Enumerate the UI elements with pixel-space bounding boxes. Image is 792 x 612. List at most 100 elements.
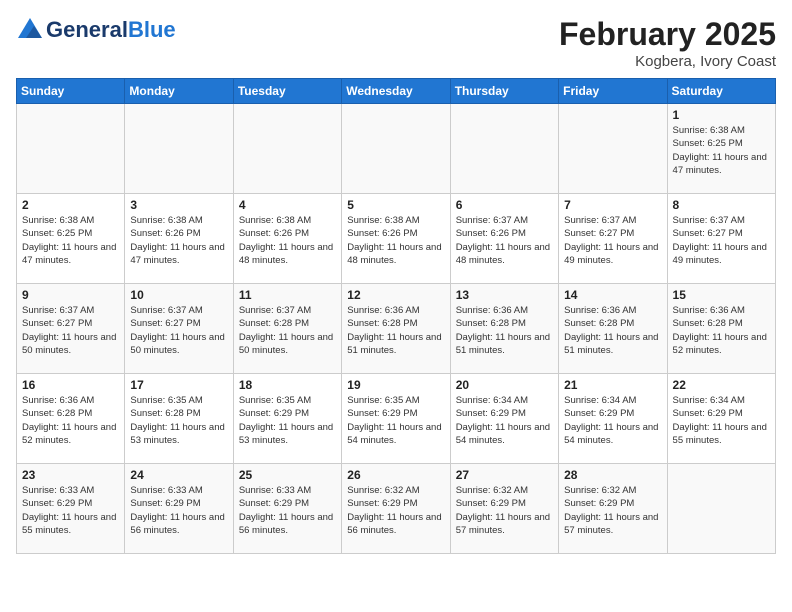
day-number: 10 (130, 288, 227, 302)
day-number: 3 (130, 198, 227, 212)
weekday-thursday: Thursday (450, 79, 558, 104)
calendar-cell: 10 Sunrise: 6:37 AM Sunset: 6:27 PM Dayli… (125, 284, 233, 374)
calendar-cell: 28 Sunrise: 6:32 AM Sunset: 6:29 PM Dayli… (559, 464, 667, 554)
day-info: Sunrise: 6:35 AM Sunset: 6:28 PM Dayligh… (130, 394, 227, 447)
calendar-cell: 27 Sunrise: 6:32 AM Sunset: 6:29 PM Dayli… (450, 464, 558, 554)
weekday-wednesday: Wednesday (342, 79, 450, 104)
day-number: 2 (22, 198, 119, 212)
day-info: Sunrise: 6:33 AM Sunset: 6:29 PM Dayligh… (130, 484, 227, 537)
day-info: Sunrise: 6:36 AM Sunset: 6:28 PM Dayligh… (564, 304, 661, 357)
day-number: 8 (673, 198, 770, 212)
day-info: Sunrise: 6:36 AM Sunset: 6:28 PM Dayligh… (673, 304, 770, 357)
calendar-cell (233, 104, 341, 194)
calendar-cell: 23 Sunrise: 6:33 AM Sunset: 6:29 PM Dayli… (17, 464, 125, 554)
calendar-cell (667, 464, 775, 554)
day-number: 19 (347, 378, 444, 392)
logo-text: GeneralBlue (46, 17, 176, 43)
calendar-cell (450, 104, 558, 194)
day-number: 25 (239, 468, 336, 482)
day-number: 6 (456, 198, 553, 212)
day-number: 9 (22, 288, 119, 302)
day-info: Sunrise: 6:33 AM Sunset: 6:29 PM Dayligh… (239, 484, 336, 537)
calendar-cell: 13Sunrise: 6:36 AM Sunset: 6:28 PM Dayli… (450, 284, 558, 374)
day-number: 7 (564, 198, 661, 212)
day-info: Sunrise: 6:36 AM Sunset: 6:28 PM Dayligh… (456, 304, 553, 357)
day-number: 4 (239, 198, 336, 212)
day-number: 16 (22, 378, 119, 392)
calendar-cell: 11 Sunrise: 6:37 AM Sunset: 6:28 PM Dayli… (233, 284, 341, 374)
calendar-header: SundayMondayTuesdayWednesdayThursdayFrid… (17, 79, 776, 104)
day-number: 5 (347, 198, 444, 212)
calendar-cell: 20Sunrise: 6:34 AM Sunset: 6:29 PM Dayli… (450, 374, 558, 464)
day-number: 11 (239, 288, 336, 302)
calendar-week-2: 9 Sunrise: 6:37 AM Sunset: 6:27 PM Daylig… (17, 284, 776, 374)
day-info: Sunrise: 6:32 AM Sunset: 6:29 PM Dayligh… (456, 484, 553, 537)
calendar-cell: 6 Sunrise: 6:37 AM Sunset: 6:26 PM Daylig… (450, 194, 558, 284)
day-info: Sunrise: 6:37 AM Sunset: 6:27 PM Dayligh… (130, 304, 227, 357)
calendar-cell (17, 104, 125, 194)
day-info: Sunrise: 6:35 AM Sunset: 6:29 PM Dayligh… (239, 394, 336, 447)
weekday-tuesday: Tuesday (233, 79, 341, 104)
day-number: 28 (564, 468, 661, 482)
day-info: Sunrise: 6:33 AM Sunset: 6:29 PM Dayligh… (22, 484, 119, 537)
day-number: 26 (347, 468, 444, 482)
day-number: 15 (673, 288, 770, 302)
day-info: Sunrise: 6:37 AM Sunset: 6:27 PM Dayligh… (564, 214, 661, 267)
calendar-cell (125, 104, 233, 194)
calendar-cell: 5Sunrise: 6:38 AM Sunset: 6:26 PM Daylig… (342, 194, 450, 284)
day-info: Sunrise: 6:37 AM Sunset: 6:28 PM Dayligh… (239, 304, 336, 357)
calendar-cell: 21Sunrise: 6:34 AM Sunset: 6:29 PM Dayli… (559, 374, 667, 464)
calendar-cell: 3Sunrise: 6:38 AM Sunset: 6:26 PM Daylig… (125, 194, 233, 284)
calendar-cell: 17 Sunrise: 6:35 AM Sunset: 6:28 PM Dayli… (125, 374, 233, 464)
day-info: Sunrise: 6:34 AM Sunset: 6:29 PM Dayligh… (456, 394, 553, 447)
day-number: 12 (347, 288, 444, 302)
main-title: February 2025 (559, 16, 776, 53)
calendar-week-4: 23 Sunrise: 6:33 AM Sunset: 6:29 PM Dayli… (17, 464, 776, 554)
calendar-cell: 2 Sunrise: 6:38 AM Sunset: 6:25 PM Daylig… (17, 194, 125, 284)
calendar-cell: 22 Sunrise: 6:34 AM Sunset: 6:29 PM Dayli… (667, 374, 775, 464)
calendar-cell: 18 Sunrise: 6:35 AM Sunset: 6:29 PM Dayli… (233, 374, 341, 464)
calendar-cell: 15 Sunrise: 6:36 AM Sunset: 6:28 PM Dayli… (667, 284, 775, 374)
day-info: Sunrise: 6:32 AM Sunset: 6:29 PM Dayligh… (347, 484, 444, 537)
weekday-sunday: Sunday (17, 79, 125, 104)
page-header: GeneralBlue February 2025 Kogbera, Ivory… (16, 16, 776, 70)
calendar-week-1: 2 Sunrise: 6:38 AM Sunset: 6:25 PM Daylig… (17, 194, 776, 284)
calendar-cell: 24 Sunrise: 6:33 AM Sunset: 6:29 PM Dayli… (125, 464, 233, 554)
day-number: 23 (22, 468, 119, 482)
calendar-week-3: 16 Sunrise: 6:36 AM Sunset: 6:28 PM Dayli… (17, 374, 776, 464)
day-info: Sunrise: 6:37 AM Sunset: 6:26 PM Dayligh… (456, 214, 553, 267)
day-number: 21 (564, 378, 661, 392)
calendar-cell: 7 Sunrise: 6:37 AM Sunset: 6:27 PM Daylig… (559, 194, 667, 284)
calendar-cell: 19Sunrise: 6:35 AM Sunset: 6:29 PM Dayli… (342, 374, 450, 464)
calendar-cell: 14 Sunrise: 6:36 AM Sunset: 6:28 PM Dayli… (559, 284, 667, 374)
calendar-cell: 25 Sunrise: 6:33 AM Sunset: 6:29 PM Dayli… (233, 464, 341, 554)
day-number: 1 (673, 108, 770, 122)
day-info: Sunrise: 6:37 AM Sunset: 6:27 PM Dayligh… (22, 304, 119, 357)
day-number: 17 (130, 378, 227, 392)
weekday-header-row: SundayMondayTuesdayWednesdayThursdayFrid… (17, 79, 776, 104)
calendar-cell: 9 Sunrise: 6:37 AM Sunset: 6:27 PM Daylig… (17, 284, 125, 374)
calendar-cell (342, 104, 450, 194)
day-info: Sunrise: 6:38 AM Sunset: 6:26 PM Dayligh… (239, 214, 336, 267)
weekday-friday: Friday (559, 79, 667, 104)
day-info: Sunrise: 6:34 AM Sunset: 6:29 PM Dayligh… (673, 394, 770, 447)
calendar-cell: 26 Sunrise: 6:32 AM Sunset: 6:29 PM Dayli… (342, 464, 450, 554)
subtitle: Kogbera, Ivory Coast (559, 53, 776, 70)
day-number: 27 (456, 468, 553, 482)
day-info: Sunrise: 6:38 AM Sunset: 6:25 PM Dayligh… (22, 214, 119, 267)
calendar-week-0: 1 Sunrise: 6:38 AM Sunset: 6:25 PM Daylig… (17, 104, 776, 194)
day-info: Sunrise: 6:36 AM Sunset: 6:28 PM Dayligh… (347, 304, 444, 357)
day-number: 22 (673, 378, 770, 392)
calendar-cell: 12 Sunrise: 6:36 AM Sunset: 6:28 PM Dayli… (342, 284, 450, 374)
weekday-saturday: Saturday (667, 79, 775, 104)
day-info: Sunrise: 6:36 AM Sunset: 6:28 PM Dayligh… (22, 394, 119, 447)
logo-icon (16, 16, 44, 44)
calendar-cell: 1 Sunrise: 6:38 AM Sunset: 6:25 PM Daylig… (667, 104, 775, 194)
day-info: Sunrise: 6:32 AM Sunset: 6:29 PM Dayligh… (564, 484, 661, 537)
weekday-monday: Monday (125, 79, 233, 104)
day-number: 14 (564, 288, 661, 302)
day-info: Sunrise: 6:38 AM Sunset: 6:25 PM Dayligh… (673, 124, 770, 177)
calendar-cell: 16 Sunrise: 6:36 AM Sunset: 6:28 PM Dayli… (17, 374, 125, 464)
day-number: 18 (239, 378, 336, 392)
day-number: 24 (130, 468, 227, 482)
